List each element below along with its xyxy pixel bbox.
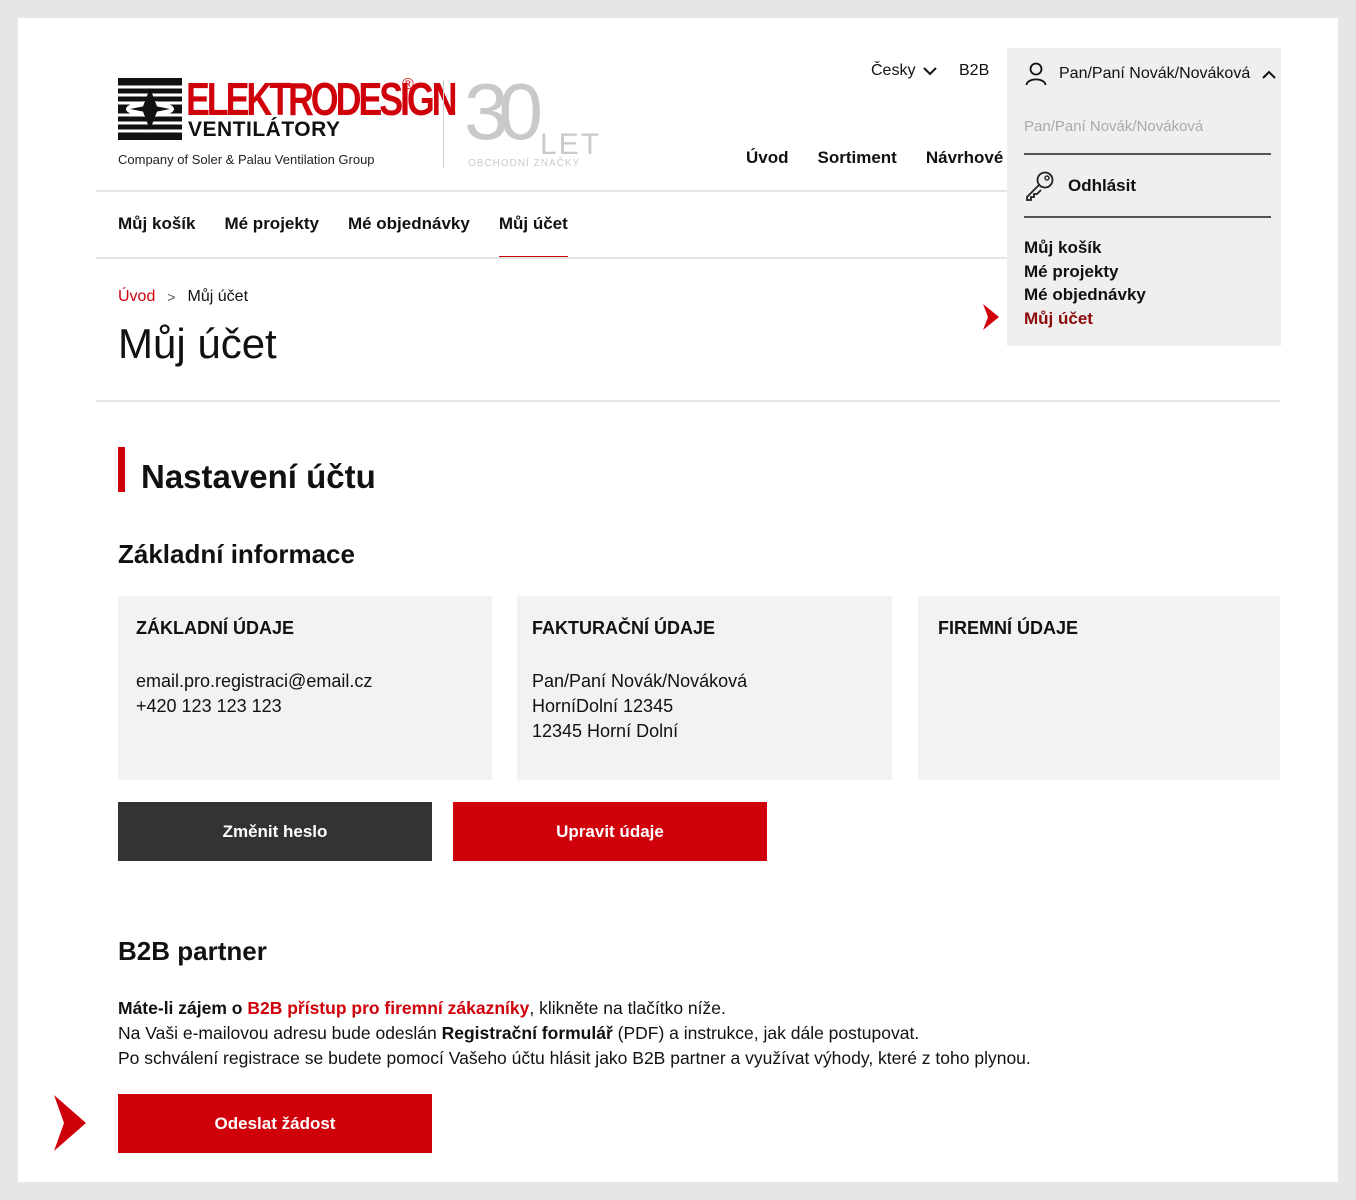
chevron-right-icon: [54, 1095, 86, 1151]
main-nav-item-sortiment[interactable]: Sortiment: [818, 148, 897, 168]
dropdown-divider: [1024, 216, 1271, 218]
card-basic-info: ZÁKLADNÍ ÚDAJE email.pro.registraci@emai…: [118, 596, 492, 780]
change-password-button[interactable]: Změnit heslo: [118, 802, 432, 861]
dropdown-item-projects[interactable]: Mé projekty: [1024, 260, 1146, 284]
chevron-right-icon: [983, 304, 999, 330]
title-divider: [96, 400, 1280, 402]
b2b-line-1-intro: Máte-li zájem o: [118, 998, 248, 1018]
user-icon: [1025, 62, 1047, 86]
section-accent-bar: [118, 447, 125, 492]
b2b-line-3: Po schválení registrace se budete pomocí…: [118, 1048, 1031, 1068]
b2b-line-2: Na Vaši e-mailovou adresu bude odeslán R…: [118, 1021, 1031, 1046]
b2b-line-2-start: Na Vaši e-mailovou adresu bude odeslán: [118, 1023, 442, 1043]
breadcrumb: Úvod > Můj účet: [118, 288, 248, 306]
b2b-line-1-end: , klikněte na tlačítko níže.: [529, 998, 726, 1018]
account-nav-projects[interactable]: Mé projekty: [224, 214, 318, 256]
main-nav-item-uvod[interactable]: Úvod: [746, 148, 789, 168]
account-nav-orders[interactable]: Mé objednávky: [348, 214, 470, 256]
anniversary-badge: 30 LET OBCHODNÍ ZNAČKY: [464, 67, 614, 174]
card-title: FIREMNÍ ÚDAJE: [938, 618, 1079, 638]
card-billing-street: HorníDolní 12345: [532, 696, 674, 716]
chevron-down-icon: [923, 66, 938, 75]
language-label: Česky: [871, 62, 916, 79]
main-nav: Úvod Sortiment Návrhové: [746, 148, 1003, 168]
page-title: Můj účet: [118, 320, 277, 367]
b2b-line-2-end: (PDF) a instrukce, jak dále postupovat.: [612, 1023, 920, 1043]
user-menu-toggle[interactable]: Pan/Paní Novák/Nováková: [1025, 62, 1276, 86]
logo-mark-icon: [118, 78, 182, 140]
dropdown-item-account[interactable]: Můj účet: [1024, 307, 1146, 331]
breadcrumb-separator: >: [167, 289, 176, 305]
b2b-access-link[interactable]: B2B přístup pro firemní zákazníky: [247, 998, 529, 1018]
user-dropdown: Pan/Paní Novák/Nováková Pan/Paní Novák/N…: [1007, 48, 1281, 346]
logo-subline: VENTILÁTORY: [188, 118, 341, 141]
b2b-line-1: Máte-li zájem o B2B přístup pro firemní …: [118, 996, 1031, 1021]
subsection-title: Základní informace: [118, 539, 355, 569]
card-title: ZÁKLADNÍ ÚDAJE: [136, 618, 295, 638]
b2b-title: B2B partner: [118, 936, 267, 966]
card-phone: +420 123 123 123: [136, 696, 282, 716]
dropdown-user-name: Pan/Paní Novák/Nováková: [1024, 118, 1204, 135]
language-selector[interactable]: Česky: [871, 62, 938, 80]
account-nav-cart[interactable]: Můj košík: [118, 214, 195, 256]
card-billing-name: Pan/Paní Novák/Nováková: [532, 671, 748, 691]
breadcrumb-current: Můj účet: [187, 288, 249, 305]
breadcrumb-home[interactable]: Úvod: [118, 288, 155, 306]
dropdown-divider: [1024, 153, 1271, 155]
chevron-up-icon: [1262, 70, 1276, 79]
card-billing-city: 12345 Horní Dolní: [532, 721, 679, 741]
logo-divider: [443, 80, 444, 168]
main-nav-item-navrhove[interactable]: Návrhové: [926, 148, 1003, 168]
logo-company: Company of Soler & Palau Ventilation Gro…: [118, 152, 375, 167]
dropdown-menu: Můj košík Mé projekty Mé objednávky Můj …: [1024, 236, 1146, 330]
b2b-registration-form: Registrační formulář: [441, 1023, 613, 1043]
b2b-description: Máte-li zájem o B2B přístup pro firemní …: [118, 996, 1031, 1071]
b2b-link[interactable]: B2B: [959, 62, 989, 80]
key-icon: [1026, 171, 1054, 201]
send-request-button[interactable]: Odeslat žádost: [118, 1094, 432, 1153]
anniversary-let: LET: [540, 128, 602, 161]
logout-label: Odhlásit: [1068, 176, 1137, 195]
account-nav-account[interactable]: Můj účet: [498, 214, 568, 258]
anniversary-number: 30: [464, 67, 543, 156]
site-logo[interactable]: ELEKTRODESIGN ® VENTILÁTORY Company of S…: [118, 73, 458, 176]
dropdown-item-cart[interactable]: Můj košík: [1024, 236, 1146, 260]
dropdown-item-orders[interactable]: Mé objednávky: [1024, 283, 1146, 307]
account-nav: Můj košík Mé projekty Mé objednávky Můj …: [118, 214, 568, 258]
edit-details-button[interactable]: Upravit údaje: [453, 802, 767, 861]
card-company-info: FIREMNÍ ÚDAJE: [918, 596, 1280, 780]
anniversary-sub: OBCHODNÍ ZNAČKY: [468, 158, 581, 169]
card-billing-info: FAKTURAČNÍ ÚDAJE Pan/Paní Novák/Nováková…: [517, 596, 892, 780]
logout-button[interactable]: Odhlásit: [1024, 170, 1136, 202]
card-title: FAKTURAČNÍ ÚDAJE: [532, 618, 716, 638]
page: ELEKTRODESIGN ® VENTILÁTORY Company of S…: [18, 18, 1338, 1182]
section-title: Nastavení účtu: [141, 458, 376, 495]
registered-mark: ®: [402, 76, 414, 93]
user-menu-label: Pan/Paní Novák/Nováková: [1059, 65, 1251, 82]
card-email: email.pro.registraci@email.cz: [136, 671, 373, 691]
